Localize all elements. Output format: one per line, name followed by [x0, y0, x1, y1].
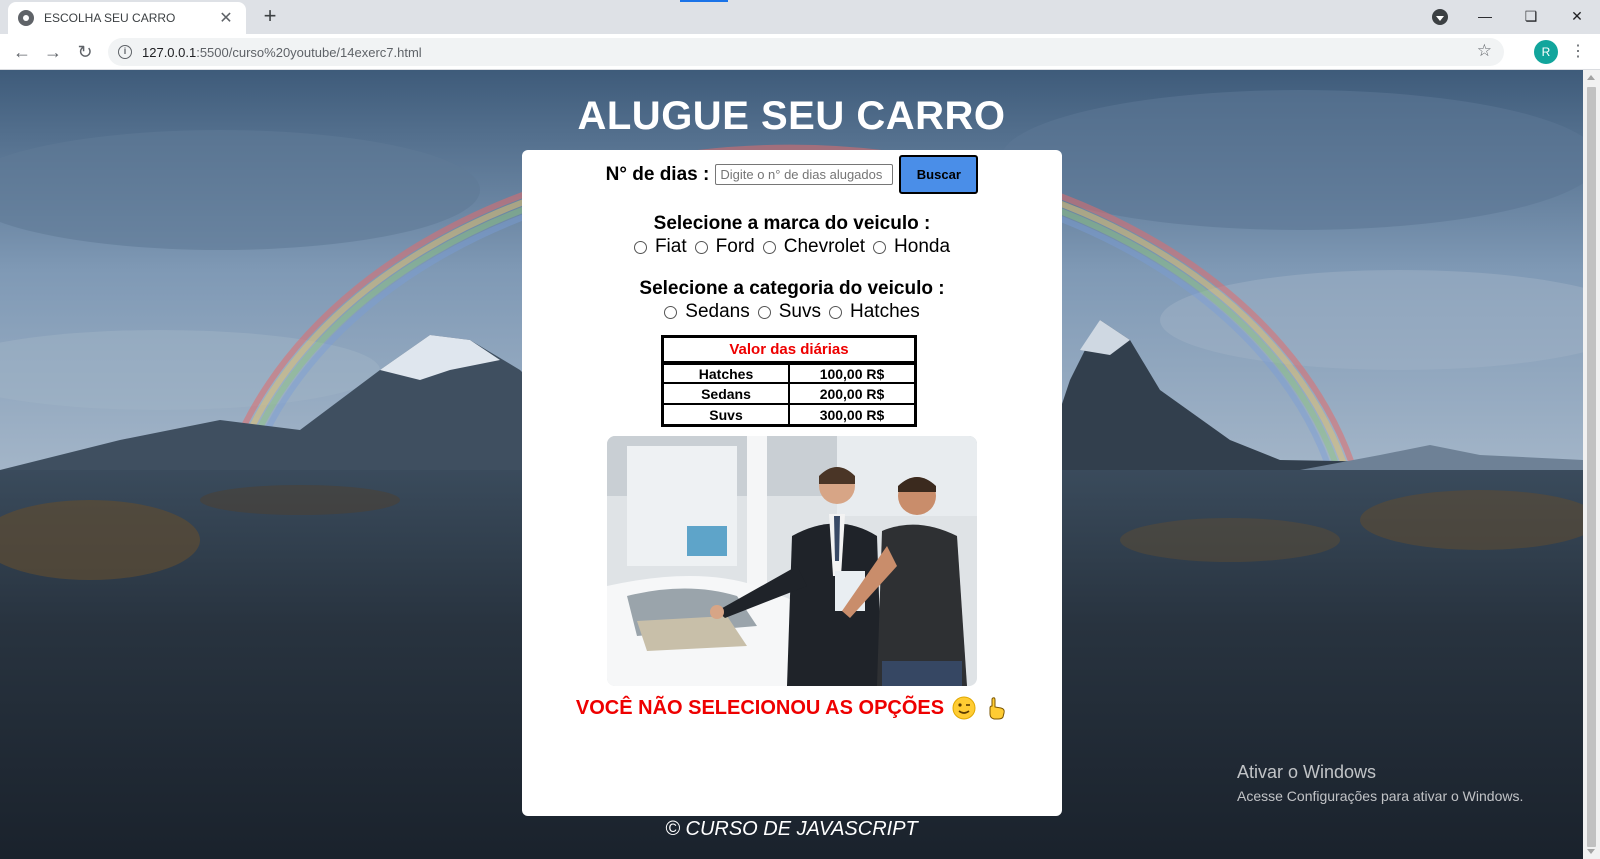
close-window-button[interactable]: ✕ [1554, 1, 1600, 31]
category-section-title: Selecione a categoria do veiculo : [639, 278, 945, 299]
watermark-subtitle: Acesse Configurações para ativar o Windo… [1237, 788, 1524, 804]
url-path: :5500/curso%20youtube/14exerc7.html [196, 44, 422, 60]
menu-icon[interactable]: ⋮ [1570, 40, 1586, 64]
table-cell-price: 300,00 R$ [789, 404, 915, 425]
radio-button[interactable] [633, 240, 647, 254]
days-row: N° de dias : Buscar [522, 155, 1062, 194]
tab-title: ESCOLHA SEU CARRO [44, 11, 176, 25]
page-title: ALUGUE SEU CARRO [577, 94, 1006, 138]
brand-label: Chevrolet [783, 236, 866, 257]
warning-text: VOCÊ NÃO SELECIONOU AS OPÇÕES [575, 696, 945, 719]
search-button[interactable]: Buscar [899, 155, 979, 194]
tab-close-icon[interactable]: ✕ [216, 8, 236, 28]
tab-search-icon[interactable] [1432, 9, 1448, 25]
table-cell-price: 100,00 R$ [789, 362, 915, 383]
price-table: Valor das diárias Hatches 100,00 R$ Seda… [661, 335, 917, 427]
info-icon[interactable]: i [118, 45, 132, 59]
scroll-up-icon[interactable] [1587, 75, 1595, 80]
pointing-hand-icon [989, 697, 1005, 720]
browser-toolbar: ← → ↻ i 127.0.0.1:5500/curso%20youtube/1… [0, 34, 1600, 70]
reload-icon[interactable]: ↻ [73, 40, 97, 64]
page-scrollbar[interactable] [1583, 70, 1600, 859]
address-bar[interactable]: i 127.0.0.1:5500/curso%20youtube/14exerc… [108, 38, 1504, 66]
loading-indicator [680, 0, 728, 2]
radio-button[interactable] [694, 240, 708, 254]
scrollbar-thumb[interactable] [1587, 87, 1596, 847]
rental-card: N° de dias : Buscar Selecione a marca do… [522, 150, 1062, 816]
warning-message: VOCÊ NÃO SELECIONOU AS OPÇÕES [522, 696, 1062, 720]
table-row: Hatches 100,00 R$ [663, 362, 915, 383]
table-cell-category: Suvs [663, 404, 789, 425]
profile-avatar[interactable]: R [1534, 40, 1558, 64]
days-label: N° de dias : [605, 163, 710, 185]
forward-icon[interactable]: → [41, 40, 65, 64]
browser-tab[interactable]: ESCOLHA SEU CARRO ✕ [8, 2, 246, 34]
windows-activation-watermark: Ativar o Windows Acesse Configurações pa… [1237, 762, 1523, 804]
category-option-hatches[interactable]: Hatches [829, 301, 920, 323]
table-cell-price: 200,00 R$ [789, 383, 915, 404]
days-input[interactable] [715, 164, 894, 185]
back-icon[interactable]: ← [10, 40, 34, 64]
page-footer: © CURSO DE JAVASCRIPT [665, 818, 918, 840]
category-option-suvs[interactable]: Suvs [757, 301, 821, 323]
category-radio-group: Sedans Suvs Hatches [522, 301, 1062, 323]
brand-radio-group: Fiat Ford Chevrolet Honda [522, 236, 1062, 258]
table-cell-category: Sedans [663, 383, 789, 404]
url-host: 127.0.0.1 [142, 44, 197, 60]
table-row: Suvs 300,00 R$ [663, 404, 915, 425]
window-controls: — ❏ ✕ [1462, 0, 1600, 32]
radio-button[interactable] [829, 305, 842, 319]
brand-option-honda[interactable]: Honda [873, 236, 950, 258]
radio-button[interactable] [762, 240, 776, 254]
brand-option-chevrolet[interactable]: Chevrolet [762, 236, 866, 258]
radio-button[interactable] [757, 305, 771, 319]
minimize-button[interactable]: — [1462, 1, 1508, 31]
category-label: Hatches [850, 301, 920, 322]
new-tab-button[interactable]: + [256, 5, 284, 29]
watermark-title: Ativar o Windows [1237, 762, 1377, 782]
category-label: Suvs [778, 301, 821, 322]
price-table-header: Valor das diárias [663, 337, 915, 362]
restore-button[interactable]: ❏ [1508, 1, 1554, 31]
star-icon[interactable]: ☆ [1477, 41, 1492, 61]
scroll-down-icon[interactable] [1587, 849, 1595, 854]
radio-button[interactable] [873, 240, 887, 254]
dealership-photo [607, 436, 977, 686]
url-text: 127.0.0.1:5500/curso%20youtube/14exerc7.… [142, 45, 422, 60]
category-label: Sedans [685, 301, 750, 322]
brand-option-fiat[interactable]: Fiat [633, 236, 687, 258]
brand-label: Ford [715, 236, 755, 257]
winking-face-icon [952, 696, 976, 720]
category-option-sedans[interactable]: Sedans [664, 301, 750, 323]
page-viewport: ALUGUE SEU CARRO N° de dias : Buscar Sel… [0, 70, 1583, 859]
table-row: Sedans 200,00 R$ [663, 383, 915, 404]
radio-button[interactable] [664, 305, 678, 319]
brand-option-ford[interactable]: Ford [694, 236, 755, 258]
globe-icon [18, 10, 34, 26]
browser-tabstrip: ESCOLHA SEU CARRO ✕ + — ❏ ✕ [0, 0, 1600, 34]
brand-section-title: Selecione a marca do veiculo : [653, 213, 931, 234]
brand-label: Fiat [654, 236, 687, 257]
table-cell-category: Hatches [663, 362, 789, 383]
brand-label: Honda [894, 236, 951, 257]
